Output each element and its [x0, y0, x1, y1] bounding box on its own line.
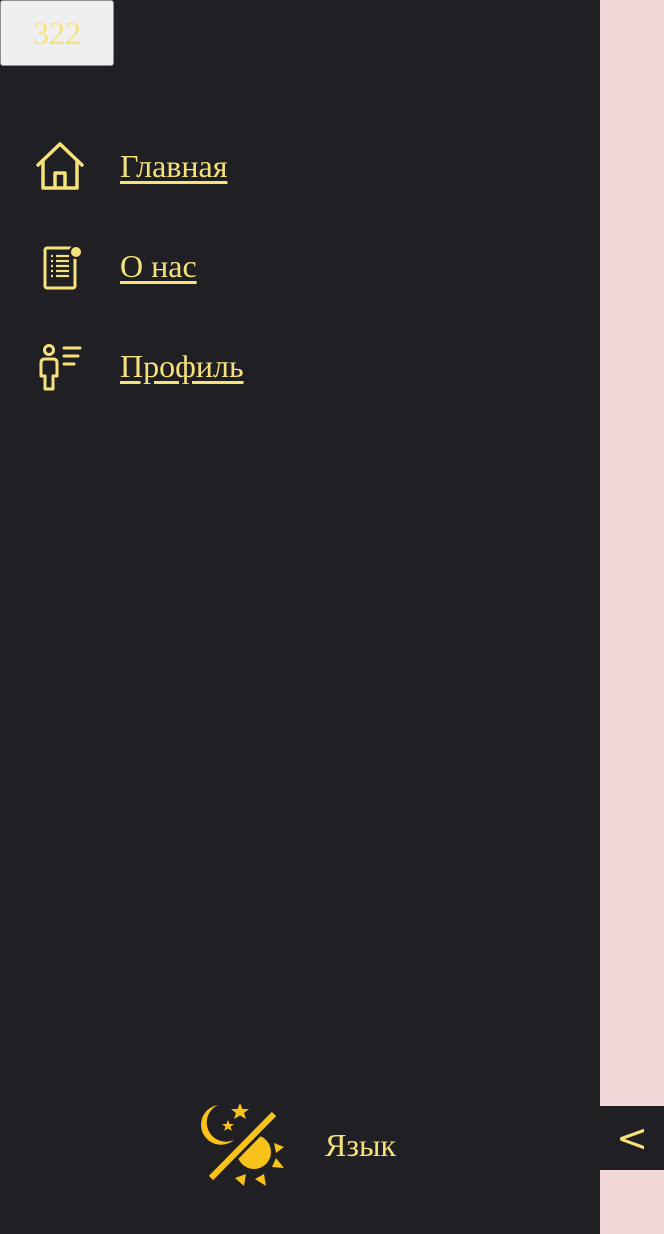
nav-item-home[interactable]: Главная	[34, 140, 227, 192]
nav-item-label: О нас	[120, 247, 197, 284]
nav-item-label: Профиль	[120, 347, 244, 384]
nav-item-about[interactable]: О нас	[34, 240, 197, 292]
sidebar: 322 Главная О нас Профиль Язык	[0, 0, 600, 1234]
collapse-sidebar-button[interactable]: <	[600, 1106, 664, 1170]
nav-item-label: Главная	[120, 147, 228, 184]
counter-button[interactable]: 322	[0, 0, 114, 66]
home-icon	[34, 140, 86, 192]
day-night-theme-icon[interactable]	[198, 1100, 288, 1190]
language-selector[interactable]: Язык	[198, 1100, 396, 1190]
user-list-icon	[34, 340, 86, 392]
nav-item-profile[interactable]: Профиль	[34, 340, 244, 392]
language-label: Язык	[325, 1126, 397, 1163]
document-notification-icon	[34, 240, 86, 292]
